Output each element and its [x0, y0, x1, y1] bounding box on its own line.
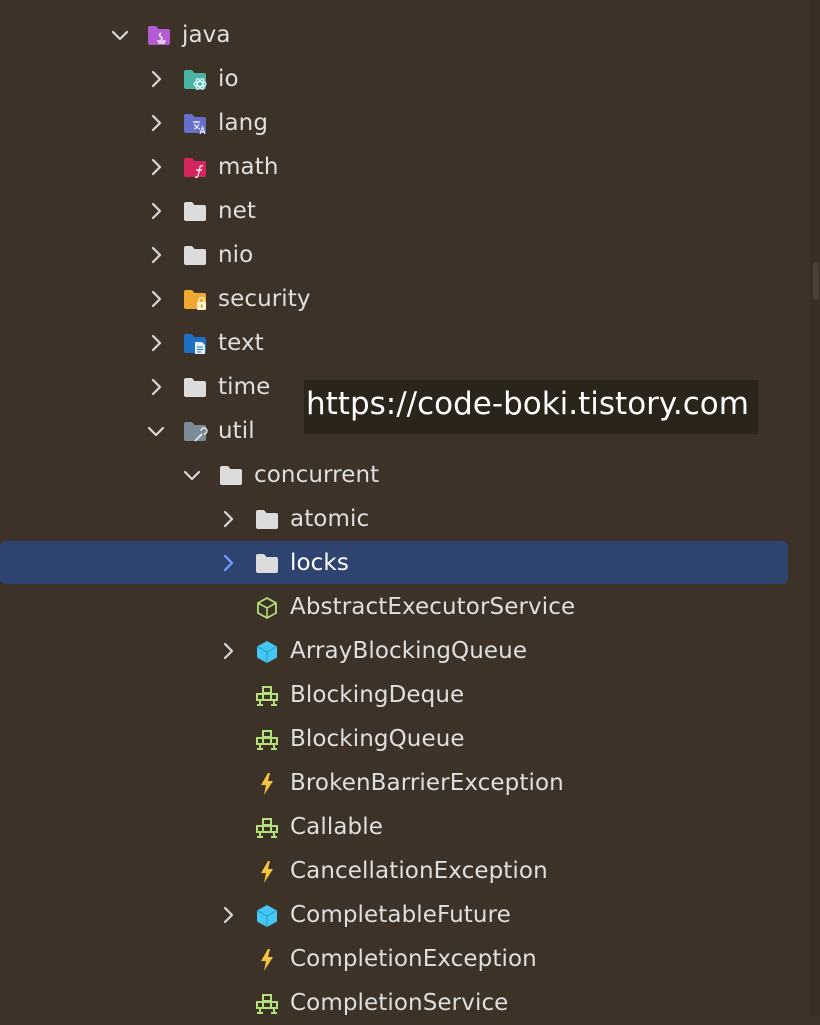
- class-icon: [255, 640, 279, 664]
- lang-folder-icon: [183, 112, 207, 136]
- tree-node-label: lang: [218, 110, 269, 136]
- chevron-down-icon[interactable]: [110, 25, 130, 45]
- folder-icon: [255, 552, 279, 576]
- tree-node-text[interactable]: text: [0, 321, 810, 365]
- tree-node-label: BlockingDeque: [290, 682, 465, 708]
- folder-icon: [219, 464, 243, 488]
- tree-node-label: ArrayBlockingQueue: [290, 638, 528, 664]
- interface-icon: [255, 728, 279, 752]
- tree-node-java[interactable]: java: [0, 13, 810, 57]
- tree-node-label: locks: [290, 550, 349, 576]
- tree-node-completable-future[interactable]: CompletableFuture: [0, 893, 810, 937]
- exception-icon: [255, 772, 279, 796]
- folder-icon: [183, 244, 207, 268]
- project-tree: java io lang math net nio security text tim…: [0, 0, 820, 1016]
- tree-node-locks[interactable]: locks: [0, 541, 810, 585]
- tree-node-completion-service[interactable]: CompletionService: [0, 981, 810, 1025]
- interface-icon: [255, 816, 279, 840]
- tree-node-label: text: [218, 330, 264, 356]
- chevron-down-icon[interactable]: [182, 465, 202, 485]
- chevron-right-icon[interactable]: [146, 289, 166, 309]
- tree-node-label: CompletionException: [290, 946, 537, 972]
- tree-node-label: security: [218, 286, 311, 312]
- java-folder-icon: [147, 24, 171, 48]
- vertical-scrollbar[interactable]: [810, 0, 820, 1016]
- scrollbar-thumb[interactable]: [813, 262, 819, 300]
- tree-node-nio[interactable]: nio: [0, 233, 810, 277]
- chevron-right-icon[interactable]: [218, 509, 238, 529]
- abstract-class-icon: [255, 596, 279, 620]
- interface-icon: [255, 684, 279, 708]
- interface-icon: [255, 992, 279, 1016]
- tree-node-concurrent[interactable]: concurrent: [0, 453, 810, 497]
- tree-node-label: java: [182, 22, 231, 48]
- chevron-right-icon[interactable]: [146, 333, 166, 353]
- tree-node-label: AbstractExecutorService: [290, 594, 576, 620]
- chevron-right-icon[interactable]: [146, 113, 166, 133]
- chevron-right-icon[interactable]: [146, 69, 166, 89]
- tree-node-lang[interactable]: lang: [0, 101, 810, 145]
- chevron-right-icon[interactable]: [218, 905, 238, 925]
- tree-node-blocking-deque[interactable]: BlockingDeque: [0, 673, 810, 717]
- watermark-url: https://code-boki.tistory.com: [304, 380, 758, 434]
- tree-node-math[interactable]: math: [0, 145, 810, 189]
- util-folder-icon: [183, 420, 208, 444]
- tree-node-label: net: [218, 198, 257, 224]
- tree-node-array-blocking-queue[interactable]: ArrayBlockingQueue: [0, 629, 810, 673]
- selection-highlight: [0, 541, 788, 584]
- tree-node-io[interactable]: io: [0, 57, 810, 101]
- tree-node-security[interactable]: security: [0, 277, 810, 321]
- text-folder-icon: [183, 332, 207, 356]
- tree-node-label: concurrent: [254, 462, 380, 488]
- chevron-right-icon[interactable]: [146, 157, 166, 177]
- tree-node-completion-exception[interactable]: CompletionException: [0, 937, 810, 981]
- chevron-right-icon[interactable]: [218, 641, 238, 661]
- tree-node-blocking-queue[interactable]: BlockingQueue: [0, 717, 810, 761]
- tree-node-label: nio: [218, 242, 254, 268]
- math-folder-icon: [183, 156, 207, 180]
- tree-node-label: Callable: [290, 814, 383, 840]
- chevron-right-icon[interactable]: [146, 245, 166, 265]
- tree-node-label: CompletableFuture: [290, 902, 511, 928]
- chevron-right-icon[interactable]: [146, 377, 166, 397]
- io-folder-icon: [183, 68, 207, 92]
- tree-node-abstract-executor-service[interactable]: AbstractExecutorService: [0, 585, 810, 629]
- security-folder-icon: [183, 288, 207, 312]
- tree-node-label: CancellationException: [290, 858, 548, 884]
- tree-node-label: time: [218, 374, 271, 400]
- folder-icon: [183, 200, 207, 224]
- exception-icon: [255, 948, 279, 972]
- tree-node-broken-barrier-exception[interactable]: BrokenBarrierException: [0, 761, 810, 805]
- folder-icon: [183, 376, 207, 400]
- tree-node-label: util: [218, 418, 255, 444]
- tree-node-net[interactable]: net: [0, 189, 810, 233]
- partially-visible-row: [150, 0, 210, 6]
- tree-node-label: io: [218, 66, 239, 92]
- tree-node-label: math: [218, 154, 279, 180]
- folder-icon: [255, 508, 279, 532]
- tree-node-label: BlockingQueue: [290, 726, 465, 752]
- tree-node-label: BrokenBarrierException: [290, 770, 564, 796]
- exception-icon: [255, 860, 279, 884]
- tree-node-label: atomic: [290, 506, 370, 532]
- chevron-right-icon[interactable]: [146, 201, 166, 221]
- chevron-down-icon[interactable]: [146, 421, 166, 441]
- tree-node-atomic[interactable]: atomic: [0, 497, 810, 541]
- chevron-right-icon[interactable]: [218, 553, 238, 573]
- tree-node-callable[interactable]: Callable: [0, 805, 810, 849]
- tree-node-label: CompletionService: [290, 990, 509, 1016]
- class-icon: [255, 904, 279, 928]
- tree-node-cancellation-exception[interactable]: CancellationException: [0, 849, 810, 893]
